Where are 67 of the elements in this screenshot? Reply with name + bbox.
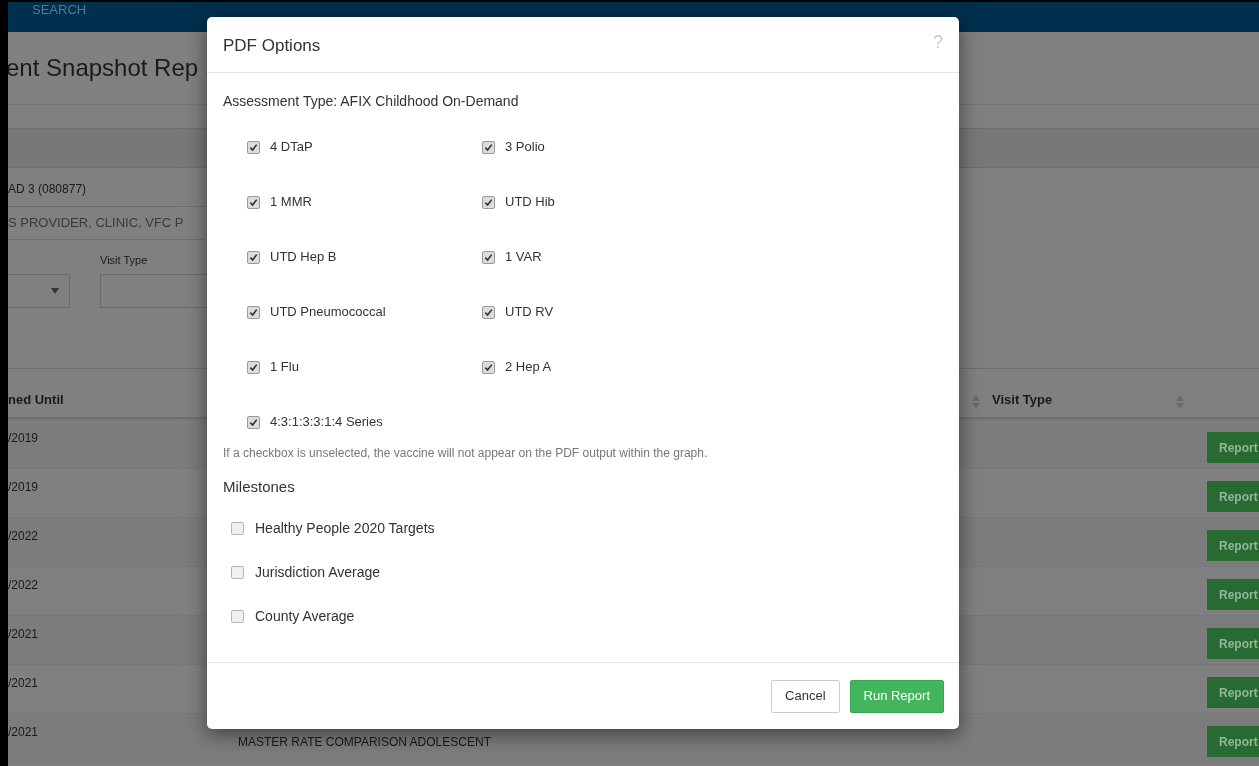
checkbox-label: 4:3:1:3:3:1:4 Series (270, 413, 383, 432)
field-label: Visit Type (100, 253, 148, 268)
reports-button[interactable]: Report (1207, 579, 1259, 610)
reports-button[interactable]: Report (1207, 432, 1259, 463)
assessment-type: Assessment Type: AFIX Childhood On-Demand (223, 92, 520, 111)
check-icon (249, 362, 258, 372)
checkbox-label: Healthy People 2020 Targets (255, 519, 435, 538)
checkbox[interactable] (247, 195, 260, 209)
reports-button[interactable]: Report (1207, 481, 1259, 512)
checkbox-label: UTD Pneumococcal (270, 303, 386, 322)
caret-icon (51, 288, 59, 294)
checkbox[interactable] (247, 140, 260, 154)
provider-code: AD 3 (080877) (8, 181, 88, 198)
checkbox-label: Jurisdiction Average (255, 563, 381, 582)
table-cell-text: /2021 (8, 626, 39, 643)
checkbox-label: County Average (255, 607, 355, 626)
table-cell-text: /2021 (8, 724, 39, 741)
provider-field[interactable]: S PROVIDER, CLINIC, VFC P (8, 206, 204, 240)
checkbox-label: 1 MMR (270, 193, 312, 212)
checkbox-label: 4 DTaP (270, 138, 313, 157)
checkbox[interactable] (231, 522, 244, 535)
checkbox[interactable] (482, 360, 495, 374)
check-icon (484, 197, 493, 207)
checkbox[interactable] (247, 415, 260, 429)
check-icon (249, 252, 258, 262)
note-text: If a checkbox is unselected, the vaccine will not appear on the PDF output within the graph. (223, 445, 709, 462)
checkbox[interactable] (247, 250, 260, 264)
cancel-button[interactable]: Cancel (771, 679, 840, 713)
checkbox[interactable] (231, 610, 244, 623)
checkbox[interactable] (482, 195, 495, 209)
check-icon (484, 362, 493, 372)
table-cell-text: /2019 (8, 479, 39, 496)
nav-link[interactable]: SEARCH (32, 3, 87, 17)
checkbox-label: 1 VAR (505, 248, 542, 267)
checkbox[interactable] (247, 360, 260, 374)
dialog-title: PDF Options (223, 34, 321, 57)
checkbox-label: UTD Hib (505, 193, 555, 212)
checkbox[interactable] (231, 566, 244, 579)
column-header[interactable]: Visit Type (992, 389, 1176, 409)
reports-button[interactable]: Report (1207, 726, 1259, 757)
section-title: Milestones (223, 477, 296, 497)
checkbox[interactable] (482, 250, 495, 264)
checkbox[interactable] (482, 140, 495, 154)
checkbox-label: 2 Hep A (505, 358, 552, 377)
checkbox-label: 1 Flu (270, 358, 299, 377)
check-icon (484, 252, 493, 262)
table-cell-text: MASTER RATE COMPARISON ADOLESCENT (238, 734, 491, 751)
checkbox[interactable] (482, 305, 495, 319)
check-icon (484, 142, 493, 152)
reports-button[interactable]: Report (1207, 530, 1259, 561)
table-cell-text: /2022 (8, 528, 39, 545)
check-icon (249, 417, 258, 427)
check-icon (249, 142, 258, 152)
run-report-button[interactable]: Run Report (849, 679, 944, 713)
checkbox-label: UTD Hep B (270, 248, 337, 267)
checkbox-label: 3 Polio (505, 138, 545, 157)
check-icon (484, 307, 493, 317)
help-button[interactable]: ? (933, 29, 943, 56)
table-cell-text: /2019 (8, 430, 39, 447)
checkbox[interactable] (247, 305, 260, 319)
reports-button[interactable]: Report (1207, 677, 1259, 708)
reports-button[interactable]: Report (1207, 628, 1259, 659)
checkbox-label: UTD RV (505, 303, 554, 322)
check-icon (249, 307, 258, 317)
table-cell-text: /2022 (8, 577, 39, 594)
table-cell-text: /2021 (8, 675, 39, 692)
check-icon (249, 197, 258, 207)
